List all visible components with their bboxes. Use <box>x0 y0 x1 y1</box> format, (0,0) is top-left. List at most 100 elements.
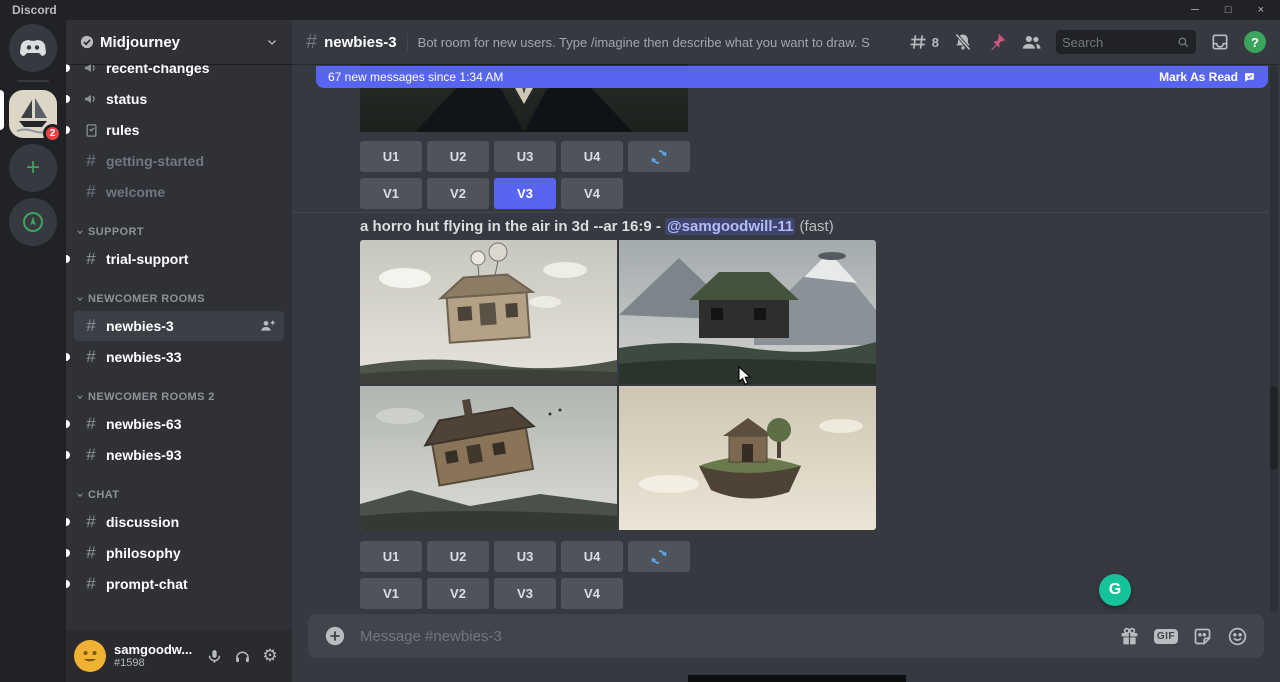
sidebar-item-discussion[interactable]: # discussion <box>74 507 284 537</box>
megaphone-icon <box>82 64 100 76</box>
members-icon <box>1021 32 1042 53</box>
category-newcomer-rooms[interactable]: NEWCOMER ROOMS <box>74 288 284 310</box>
generated-image-grid-cell-1[interactable] <box>360 240 617 384</box>
variation-button-v2[interactable]: V2 <box>427 578 489 609</box>
sidebar-item-status[interactable]: status <box>74 84 284 114</box>
search-box[interactable] <box>1056 30 1196 54</box>
variation-button-v1[interactable]: V1 <box>360 578 422 609</box>
generated-image-grid-cell-3[interactable] <box>360 386 617 530</box>
home-button[interactable] <box>9 24 57 72</box>
variation-button-v2[interactable]: V2 <box>427 178 489 209</box>
mark-as-read-label: Mark As Read <box>1159 70 1238 84</box>
server-icon-midjourney[interactable]: 2 <box>9 90 57 138</box>
scrollbar-track <box>1270 64 1278 612</box>
mention-badge: 2 <box>43 124 62 143</box>
window-titlebar: Discord ─ □ × <box>0 0 1280 20</box>
add-server-button[interactable]: + <box>9 144 57 192</box>
gift-button[interactable] <box>1119 626 1140 647</box>
emoji-button[interactable] <box>1227 626 1248 647</box>
sidebar-item-getting-started[interactable]: # getting-started <box>74 146 284 176</box>
variation-button-v3[interactable]: V3 <box>494 578 556 609</box>
variation-button-v4[interactable]: V4 <box>561 178 623 209</box>
inbox-button[interactable] <box>1210 32 1230 52</box>
reroll-button[interactable] <box>628 141 690 172</box>
upscale-button-u4[interactable]: U4 <box>561 141 623 172</box>
message-list[interactable]: U1 U2 U3 U4 V1 V2 V3 V4 a hor <box>292 64 1280 614</box>
sidebar-item-trial-support[interactable]: # trial-support <box>74 244 284 274</box>
help-button[interactable]: ? <box>1244 31 1266 53</box>
sidebar-item-newbies-33[interactable]: # newbies-33 <box>74 342 284 372</box>
search-input[interactable] <box>1062 35 1173 50</box>
channel-label: newbies-3 <box>106 318 254 334</box>
explore-servers-button[interactable] <box>9 198 57 246</box>
reroll-button[interactable] <box>628 541 690 572</box>
upscale-button-u2[interactable]: U2 <box>427 541 489 572</box>
message-input[interactable] <box>360 628 1105 645</box>
gif-button[interactable]: GIF <box>1154 629 1178 644</box>
channel-label: newbies-63 <box>106 416 276 432</box>
threads-button[interactable] <box>908 32 928 52</box>
scrollbar-thumb[interactable] <box>1270 386 1278 470</box>
upscale-button-u1[interactable]: U1 <box>360 541 422 572</box>
rail-divider <box>17 80 49 82</box>
user-avatar[interactable] <box>74 640 106 672</box>
sidebar-item-philosophy[interactable]: # philosophy <box>74 538 284 568</box>
sidebar-item-newbies-3[interactable]: # newbies-3 <box>74 311 284 341</box>
generation-mode: (fast) <box>800 218 834 235</box>
sidebar-item-newbies-63[interactable]: # newbies-63 <box>74 409 284 439</box>
variation-button-v1[interactable]: V1 <box>360 178 422 209</box>
plus-icon: + <box>26 156 40 180</box>
verified-badge-icon <box>80 35 94 49</box>
channel-label: welcome <box>106 184 276 200</box>
grammarly-widget[interactable]: G <box>1099 574 1131 606</box>
upscale-button-u4[interactable]: U4 <box>561 541 623 572</box>
chevron-down-icon <box>76 491 84 499</box>
midjourney-actions-row: U1 U2 U3 U4 <box>360 541 690 572</box>
settings-button[interactable]: ⚙ <box>256 642 284 670</box>
hash-icon: # <box>82 445 100 465</box>
maximize-button[interactable]: □ <box>1225 5 1232 16</box>
grammarly-icon: G <box>1109 581 1121 599</box>
category-newcomer-rooms-2[interactable]: NEWCOMER ROOMS 2 <box>74 386 284 408</box>
mic-button[interactable] <box>200 642 228 670</box>
header-toolbar: 8 <box>908 30 1266 54</box>
generated-image-grid-cell-4[interactable] <box>619 386 876 530</box>
sticker-button[interactable] <box>1192 626 1213 647</box>
pinned-messages-button[interactable] <box>987 32 1007 52</box>
compass-icon <box>21 210 45 234</box>
channel-topic[interactable]: Bot room for new users. Type /imagine th… <box>418 35 870 50</box>
mark-as-read-button[interactable]: Mark As Read <box>1159 70 1256 84</box>
emoji-icon <box>1227 626 1248 647</box>
new-messages-bar[interactable]: 67 new messages since 1:34 AM Mark As Re… <box>316 66 1268 88</box>
channel-list-scroll[interactable]: recent-changes status ru <box>66 64 292 630</box>
upscale-button-u2[interactable]: U2 <box>427 141 489 172</box>
discord-logo-icon <box>19 38 47 58</box>
upscale-button-u1[interactable]: U1 <box>360 141 422 172</box>
window-title: Discord <box>12 3 57 17</box>
user-actions: ⚙ <box>200 642 284 670</box>
sidebar-item-newbies-93[interactable]: # newbies-93 <box>74 440 284 470</box>
generated-image-grid-cell-2[interactable] <box>619 240 876 384</box>
user-mention[interactable]: @samgoodwill-11 <box>665 218 795 235</box>
category-support[interactable]: SUPPORT <box>74 221 284 243</box>
generated-image-grid[interactable] <box>360 240 876 530</box>
category-chat[interactable]: CHAT <box>74 484 284 506</box>
notification-settings-button[interactable] <box>953 32 973 52</box>
message-content: a horro hut flying in the air in 3d --ar… <box>360 216 1160 238</box>
sidebar-item-rules[interactable]: rules <box>74 115 284 145</box>
upscale-button-u3[interactable]: U3 <box>494 541 556 572</box>
upscale-button-u3[interactable]: U3 <box>494 141 556 172</box>
server-header[interactable]: Midjourney <box>66 20 292 64</box>
sidebar-item-prompt-chat[interactable]: # prompt-chat <box>74 569 284 599</box>
variation-button-v3-selected[interactable]: V3 <box>494 178 556 209</box>
minimize-button[interactable]: ─ <box>1191 5 1199 16</box>
reroll-icon <box>650 148 668 166</box>
sidebar-item-recent-changes[interactable]: recent-changes <box>74 64 284 83</box>
member-list-button[interactable] <box>1021 32 1042 53</box>
variation-button-v4[interactable]: V4 <box>561 578 623 609</box>
close-button[interactable]: × <box>1258 5 1264 16</box>
create-invite-icon[interactable] <box>260 318 276 334</box>
deafen-button[interactable] <box>228 642 256 670</box>
sidebar-item-welcome[interactable]: # welcome <box>74 177 284 207</box>
attach-button[interactable] <box>324 625 346 647</box>
